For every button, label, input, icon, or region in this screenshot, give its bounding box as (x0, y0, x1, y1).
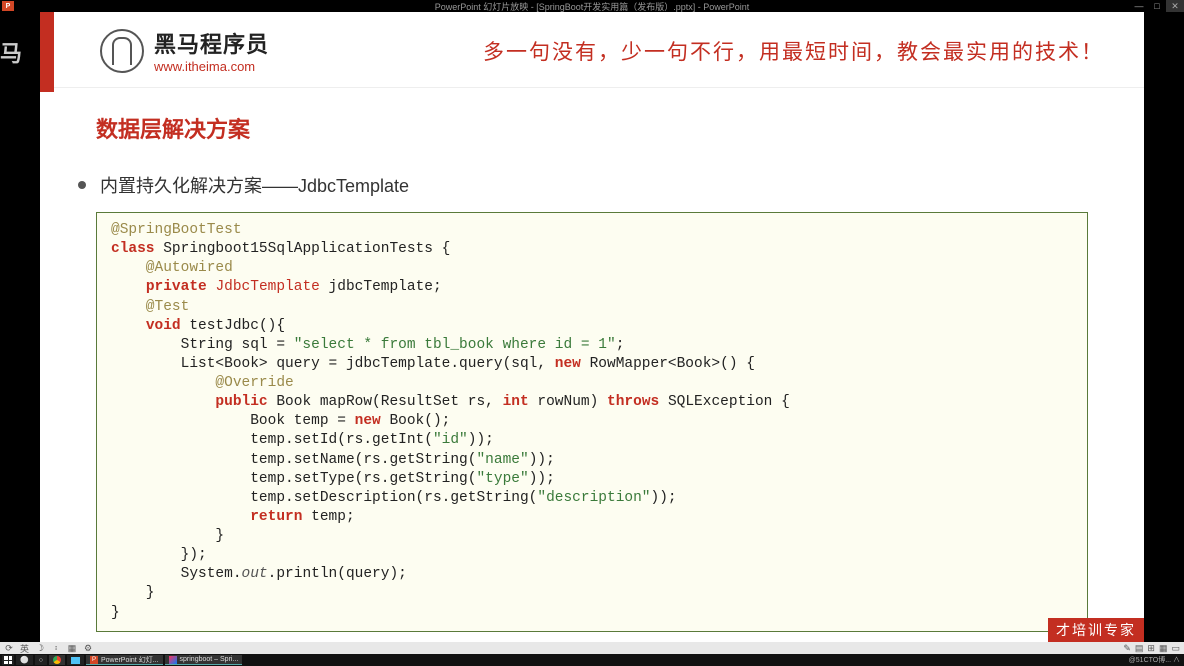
window-titlebar: P PowerPoint 幻灯片放映 - [SpringBoot开发实用篇（发布… (0, 0, 1184, 12)
ime-icon-punct[interactable]: ᛬ (51, 643, 61, 653)
slideshow-area[interactable]: 黑马 黑马程序员 www.itheima.com 多一句没有，少一句不行，用最短… (0, 12, 1184, 642)
logo-text-cn: 黑马程序员 (154, 27, 269, 59)
taskbar-idea-label: springboot – Spri... (180, 656, 239, 663)
code-block: @SpringBootTest class Springboot15SqlApp… (96, 212, 1088, 632)
taskbar-intellij[interactable]: springboot – Spri... (165, 655, 243, 665)
folder-icon (71, 657, 80, 664)
watermark-text: 黑马 (0, 36, 22, 68)
view-icon-1[interactable]: ✎ (1123, 643, 1131, 654)
bullet-text: 内置持久化解决方案——JdbcTemplate (100, 172, 409, 198)
logo-url: www.itheima.com (154, 59, 269, 74)
ppt-view-controls: ✎ ▤ ⊞ ▦ ▭ (1123, 643, 1180, 654)
slide: 黑马程序员 www.itheima.com 多一句没有，少一句不行，用最短时间，… (40, 12, 1144, 642)
taskbar-explorer[interactable] (67, 655, 84, 665)
slide-content: 数据层解决方案 内置持久化解决方案——JdbcTemplate @SpringB… (40, 88, 1144, 644)
idea-icon (169, 656, 177, 664)
view-icon-5[interactable]: ▭ (1171, 643, 1180, 654)
ime-icon-keyboard[interactable]: ▦ (67, 643, 77, 653)
logo-icon (100, 29, 144, 73)
start-button[interactable] (2, 655, 14, 665)
ime-lang[interactable]: 英 (20, 642, 29, 655)
view-icon-4[interactable]: ▦ (1159, 643, 1168, 654)
header-tagline: 多一句没有，少一句不行，用最短时间，教会最实用的技术！ (483, 36, 1104, 66)
window-controls: — □ ✕ (1130, 0, 1184, 12)
maximize-button[interactable]: □ (1148, 0, 1166, 12)
taskbar-powerpoint[interactable]: P PowerPoint 幻灯... (86, 655, 163, 665)
view-icon-2[interactable]: ▤ (1135, 643, 1144, 654)
taskbar-ppt-label: PowerPoint 幻灯... (101, 655, 159, 665)
windows-taskbar: ⚪ ○ P PowerPoint 幻灯... springboot – Spri… (0, 654, 1184, 666)
windows-icon (4, 656, 12, 664)
taskbar-chrome[interactable] (49, 655, 65, 665)
view-icon-3[interactable]: ⊞ (1147, 643, 1155, 654)
ime-icon-gear[interactable]: ⚙ (83, 643, 93, 653)
ppt-icon: P (90, 656, 98, 664)
window-title: PowerPoint 幻灯片放映 - [SpringBoot开发实用篇（发布版）… (435, 0, 750, 13)
logo-box: 黑马程序员 www.itheima.com (100, 27, 269, 74)
bullet-line: 内置持久化解决方案——JdbcTemplate (78, 172, 1088, 198)
section-title: 数据层解决方案 (96, 112, 1088, 144)
ime-icon-1[interactable]: ⟳ (4, 643, 14, 653)
ime-icon-moon[interactable]: ☽ (35, 643, 45, 653)
left-accent-bar (40, 12, 54, 92)
bullet-icon (78, 181, 86, 189)
tray-text[interactable]: @51CTO博... ∧ (1127, 655, 1182, 665)
slide-header: 黑马程序员 www.itheima.com 多一句没有，少一句不行，用最短时间，… (40, 12, 1144, 88)
footer-brand: 才培训专家 (1048, 618, 1144, 642)
chrome-icon (53, 656, 61, 664)
ime-status-bar: ⟳ 英 ☽ ᛬ ▦ ⚙ ✎ ▤ ⊞ ▦ ▭ (0, 642, 1184, 654)
minimize-button[interactable]: — (1130, 0, 1148, 12)
app-icon: P (2, 1, 14, 11)
taskbar-cortana[interactable]: ○ (35, 655, 47, 665)
close-button[interactable]: ✕ (1166, 0, 1184, 12)
taskbar-search[interactable]: ⚪ (16, 655, 33, 665)
taskbar-tray: @51CTO博... ∧ (1127, 655, 1182, 665)
